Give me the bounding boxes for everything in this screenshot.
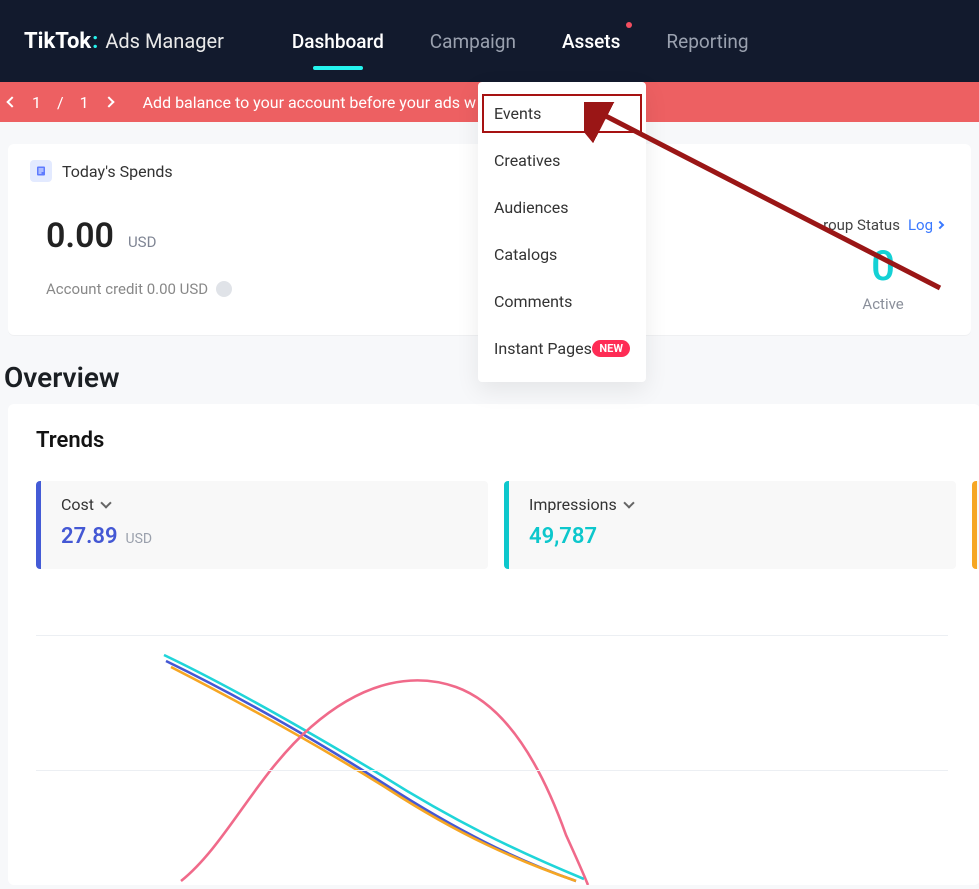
nav-assets-label: Assets xyxy=(562,30,620,53)
status-value: 0 xyxy=(871,242,895,291)
metric-impr-name: Impressions xyxy=(529,495,617,514)
alert-sep: / xyxy=(57,93,64,112)
alert-next-icon[interactable] xyxy=(103,96,114,107)
chevron-down-icon xyxy=(100,497,111,508)
account-credit-text: Account credit 0.00 USD xyxy=(46,280,208,298)
dropdown-item-catalogs-label: Catalogs xyxy=(494,245,557,264)
trends-chart-svg xyxy=(36,625,956,885)
metrics-row: Cost 27.89 USD Impressions 49,787 Cli 12 xyxy=(36,481,952,569)
nav-dashboard-label: Dashboard xyxy=(292,30,384,53)
spend-value: 0.00 xyxy=(46,216,114,256)
metric-cost[interactable]: Cost 27.89 USD xyxy=(36,481,488,569)
dropdown-item-audiences[interactable]: Audiences xyxy=(478,184,646,231)
nav-campaign[interactable]: Campaign xyxy=(430,0,516,82)
help-icon[interactable] xyxy=(216,281,232,297)
document-icon xyxy=(30,160,52,182)
dropdown-item-events[interactable]: Events xyxy=(478,90,646,137)
chart-gridline xyxy=(36,770,948,771)
metric-impr-value: 49,787 xyxy=(529,524,597,549)
metric-cost-value: 27.89 xyxy=(61,524,118,549)
dropdown-item-audiences-label: Audiences xyxy=(494,198,569,217)
logo[interactable]: TikTok : Ads Manager xyxy=(24,29,224,54)
nav-items: Dashboard Campaign Assets Reporting xyxy=(292,0,749,82)
dropdown-item-instant-pages[interactable]: Instant Pages NEW xyxy=(478,325,646,372)
metric-clicks[interactable]: Cli 12 xyxy=(972,481,979,569)
dropdown-item-catalogs[interactable]: Catalogs xyxy=(478,231,646,278)
alert-current: 1 xyxy=(32,93,41,112)
spend-block: 0.00 USD Account credit 0.00 USD xyxy=(46,216,232,313)
metric-cost-name: Cost xyxy=(61,495,94,514)
log-link-text: Log xyxy=(908,216,933,234)
trends-chart xyxy=(36,625,952,885)
status-block: roup Status Log 0 Active xyxy=(823,216,943,313)
alert-pager: 1 / 1 xyxy=(8,93,113,112)
dropdown-item-creatives-label: Creatives xyxy=(494,151,560,170)
new-badge: NEW xyxy=(592,340,630,357)
dropdown-item-comments-label: Comments xyxy=(494,292,572,311)
status-header-text: roup Status xyxy=(823,216,900,234)
chevron-right-icon xyxy=(936,221,944,229)
nav-reporting-label: Reporting xyxy=(666,30,748,53)
metric-impressions[interactable]: Impressions 49,787 xyxy=(504,481,956,569)
trends-card: Trends Cost 27.89 USD Impressions 49,787… xyxy=(8,404,979,885)
dropdown-item-creatives[interactable]: Creatives xyxy=(478,137,646,184)
nav-reporting[interactable]: Reporting xyxy=(666,0,748,82)
nav-campaign-label: Campaign xyxy=(430,30,516,53)
chevron-down-icon xyxy=(623,497,634,508)
logo-sub-text: Ads Manager xyxy=(105,29,224,53)
notification-dot-icon xyxy=(626,22,632,28)
dropdown-item-instant-pages-label: Instant Pages xyxy=(494,339,592,358)
top-nav: TikTok : Ads Manager Dashboard Campaign … xyxy=(0,0,979,82)
status-label: Active xyxy=(862,295,903,313)
alert-message: Add balance to your account before your … xyxy=(143,93,476,112)
logo-dots-icon: : xyxy=(92,29,96,54)
nav-dashboard[interactable]: Dashboard xyxy=(292,0,384,82)
log-link[interactable]: Log xyxy=(908,216,943,234)
assets-dropdown: Events Creatives Audiences Catalogs Comm… xyxy=(478,82,646,382)
spend-unit: USD xyxy=(128,233,156,251)
logo-tiktok-text: TikTok xyxy=(24,29,91,54)
dropdown-item-comments[interactable]: Comments xyxy=(478,278,646,325)
chart-gridline xyxy=(36,635,948,636)
dropdown-item-events-label: Events xyxy=(494,104,541,123)
alert-total: 1 xyxy=(80,93,89,112)
card-title: Today's Spends xyxy=(62,162,173,181)
alert-prev-icon[interactable] xyxy=(6,96,17,107)
nav-assets[interactable]: Assets xyxy=(562,0,620,82)
trends-title: Trends xyxy=(36,428,952,453)
metric-cost-unit: USD xyxy=(126,531,153,547)
